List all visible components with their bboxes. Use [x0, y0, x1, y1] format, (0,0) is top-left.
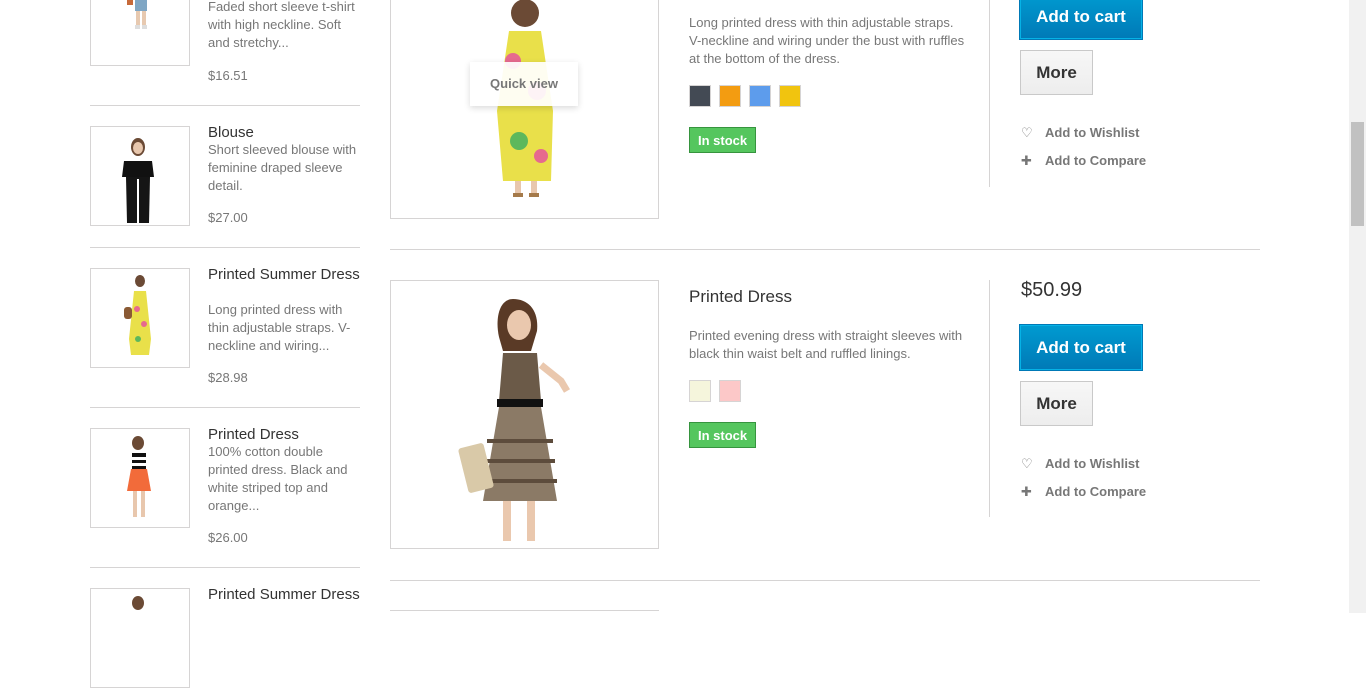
product-thumbnail[interactable] — [90, 428, 190, 528]
add-to-cart-button[interactable]: Add to cart — [1020, 0, 1142, 39]
compare-label: Add to Compare — [1045, 153, 1147, 168]
color-swatch-beige[interactable] — [689, 380, 711, 402]
add-to-cart-button[interactable]: Add to cart — [1020, 325, 1142, 370]
color-swatch-pink[interactable] — [719, 380, 741, 402]
wishlist-label: Add to Wishlist — [1045, 456, 1140, 471]
add-to-wishlist-link[interactable]: ♡ Add to Wishlist — [1021, 125, 1140, 141]
color-swatch-dark-grey[interactable] — [689, 85, 711, 107]
woman-striped-dress-image — [127, 436, 151, 517]
color-swatch-yellow[interactable] — [779, 85, 801, 107]
more-button[interactable]: More — [1020, 381, 1093, 426]
product-image[interactable] — [390, 280, 659, 549]
sidebar-product-desc: Short sleeved blouse with feminine drape… — [208, 142, 357, 193]
add-to-compare-link[interactable]: ✚ Add to Compare — [1021, 484, 1146, 500]
sidebar-product-price: $16.51 — [208, 68, 248, 83]
sidebar-product-price: $28.98 — [208, 370, 248, 385]
sidebar-product-name[interactable]: Printed Dress — [208, 426, 360, 444]
product-thumbnail[interactable] — [90, 268, 190, 368]
more-button[interactable]: More — [1020, 50, 1093, 95]
in-stock-badge: In stock — [689, 127, 757, 153]
wishlist-label: Add to Wishlist — [1045, 125, 1140, 140]
divider — [90, 105, 360, 106]
woman-yellow-dress-image — [497, 0, 553, 197]
product-thumbnail[interactable] — [90, 588, 190, 688]
sidebar-product-desc: 100% cotton double printed dress. Black … — [208, 444, 348, 513]
product-divider — [390, 580, 1260, 581]
woman-blouse-image — [122, 138, 154, 223]
divider — [90, 567, 360, 568]
divider — [90, 247, 360, 248]
sidebar-product-name[interactable]: Printed Summer Dress — [208, 586, 360, 604]
color-swatch-blue[interactable] — [749, 85, 771, 107]
plus-icon: ✚ — [1021, 484, 1032, 499]
page-scrollbar[interactable] — [1349, 0, 1366, 613]
plus-icon: ✚ — [1021, 153, 1032, 168]
vertical-divider — [989, 280, 990, 517]
heart-icon: ♡ — [1021, 456, 1033, 471]
scrollbar-thumb[interactable] — [1351, 122, 1364, 226]
add-to-compare-link[interactable]: ✚ Add to Compare — [1021, 153, 1146, 169]
product-thumbnail[interactable] — [90, 126, 190, 226]
product-image[interactable] — [390, 0, 659, 219]
sidebar-product-price: $26.00 — [208, 530, 248, 545]
woman-yellow-dress-image — [124, 275, 151, 355]
next-product-image-edge — [390, 610, 659, 614]
product-divider — [390, 249, 1260, 250]
product-thumbnail[interactable] — [90, 0, 190, 66]
add-to-wishlist-link[interactable]: ♡ Add to Wishlist — [1021, 456, 1140, 472]
vertical-divider — [989, 0, 990, 187]
sidebar-product-desc: Long printed dress with thin adjustable … — [208, 302, 351, 353]
heart-icon: ♡ — [1021, 125, 1033, 140]
quick-view-button[interactable]: Quick view — [470, 62, 578, 106]
woman-dress-image — [132, 596, 144, 610]
in-stock-badge: In stock — [689, 422, 757, 448]
sidebar-product-name[interactable]: Blouse — [208, 124, 360, 142]
woman-printed-dress-image — [458, 299, 571, 541]
product-description: Long printed dress with thin adjustable … — [689, 15, 965, 66]
woman-shorts-image — [127, 0, 147, 29]
sidebar-product-price: $27.00 — [208, 210, 248, 225]
sidebar-product-name[interactable]: Printed Summer Dress — [208, 266, 360, 284]
product-name[interactable]: Printed Dress — [689, 287, 792, 307]
product-description: Printed evening dress with straight slee… — [689, 328, 963, 361]
sidebar-product-desc: Faded short sleeve t-shirt with high nec… — [208, 0, 355, 50]
compare-label: Add to Compare — [1045, 484, 1147, 499]
divider — [90, 407, 360, 408]
product-price: $50.99 — [1021, 279, 1083, 301]
color-swatch-orange[interactable] — [719, 85, 741, 107]
